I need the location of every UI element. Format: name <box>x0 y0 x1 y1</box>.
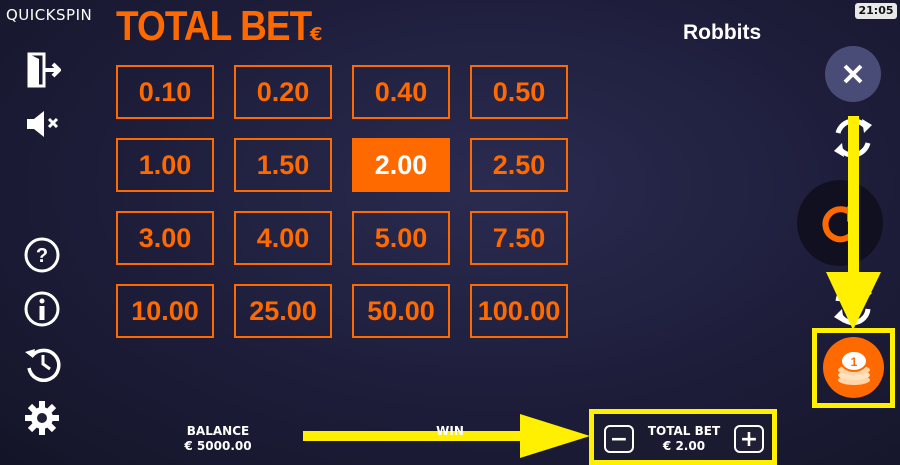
win-display: WIN <box>425 424 475 439</box>
win-label: WIN <box>436 424 464 438</box>
arrow-down-icon <box>826 116 881 330</box>
total-bet-label: TOTAL BET <box>647 424 721 438</box>
total-bet-panel: − TOTAL BET € 2.00 + <box>589 409 777 465</box>
balance-value: € 5000.00 <box>184 439 252 453</box>
annotation-arrows <box>303 116 881 458</box>
total-bet-display: TOTAL BET € 2.00 <box>644 424 724 454</box>
decrease-bet-button[interactable]: − <box>604 425 634 453</box>
total-bet-value: € 2.00 <box>662 439 706 453</box>
balance-label: BALANCE <box>186 424 250 438</box>
balance-display: BALANCE € 5000.00 <box>168 424 268 454</box>
increase-bet-button[interactable]: + <box>734 425 764 453</box>
